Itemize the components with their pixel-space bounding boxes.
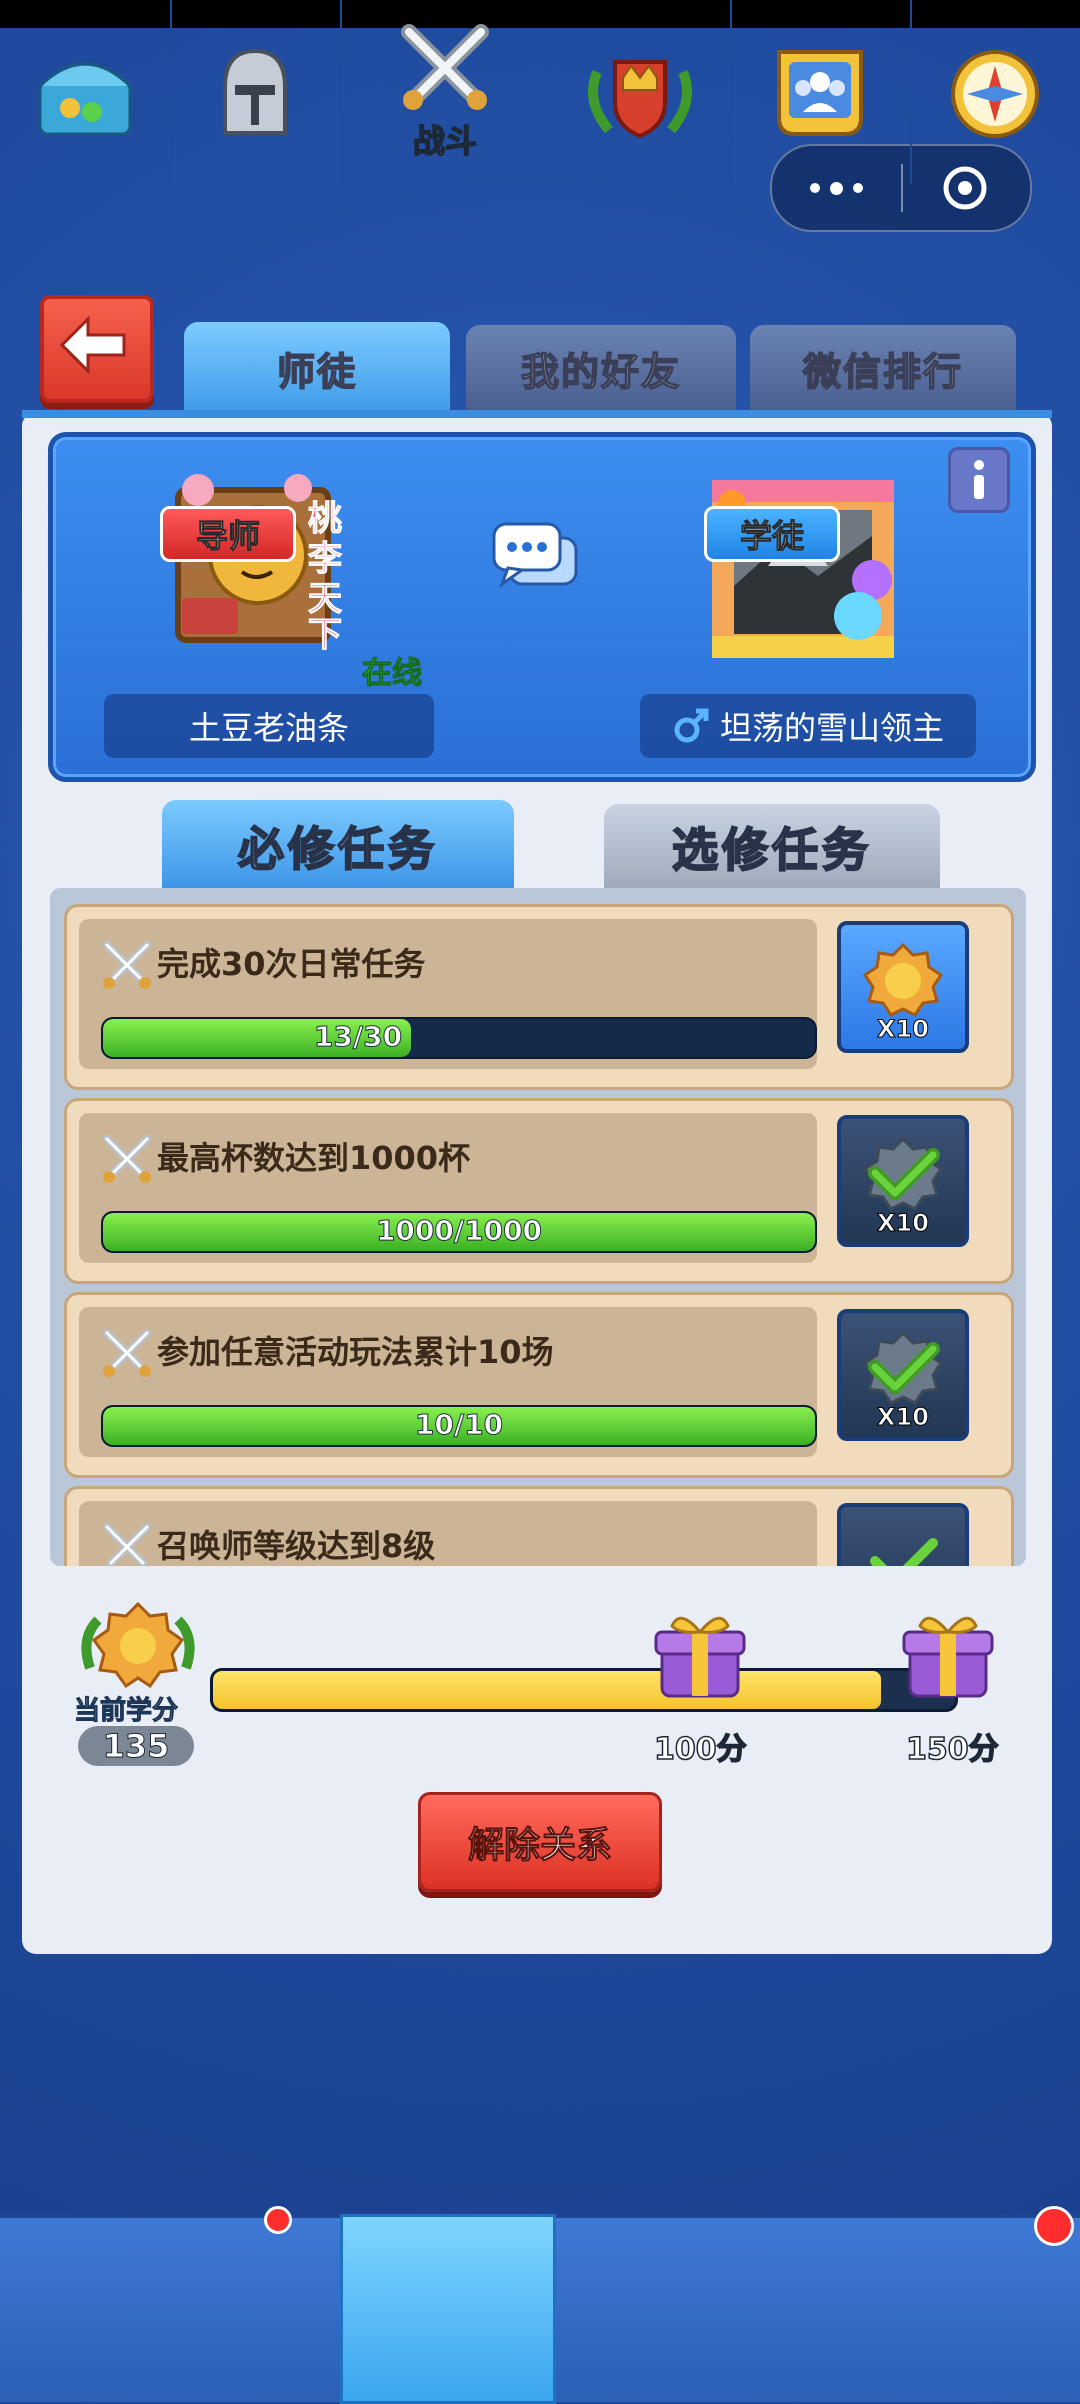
nav-item-explore[interactable] bbox=[910, 0, 1080, 184]
reward-count: X10 bbox=[877, 1209, 930, 1238]
tab-underline bbox=[22, 410, 1052, 418]
gift-box-icon[interactable] bbox=[898, 1604, 998, 1704]
compass-icon bbox=[951, 50, 1039, 138]
reward-claimed-button[interactable]: X10 bbox=[837, 1309, 969, 1441]
svg-text:下: 下 bbox=[308, 615, 342, 650]
male-icon bbox=[674, 708, 709, 743]
task-title: 完成30次日常任务 bbox=[157, 945, 426, 983]
nav-item-clan[interactable] bbox=[550, 0, 732, 184]
crossed-swords-icon bbox=[103, 941, 151, 989]
tab-optional-tasks[interactable]: 选修任务 bbox=[604, 804, 940, 890]
task-progress-bar: 1000/1000 bbox=[101, 1211, 817, 1253]
notification-dot bbox=[1034, 2206, 1074, 2246]
nav-battle-label: 战斗 bbox=[412, 121, 478, 161]
nav-item-social[interactable] bbox=[730, 0, 912, 184]
task-progress-text: 13/30 bbox=[313, 1020, 403, 1054]
reward-claimed-button[interactable]: X10 bbox=[837, 1115, 969, 1247]
task-title: 参加任意活动玩法累计10场 bbox=[157, 1333, 554, 1371]
nav-item-battle[interactable]: 战斗 bbox=[340, 0, 550, 184]
task-progress-bar: 13/30 bbox=[101, 1017, 817, 1059]
crossed-swords-icon bbox=[103, 1329, 151, 1377]
tab-mentorship[interactable]: 师徒 bbox=[184, 322, 450, 414]
tab-wechat-ranking[interactable]: 微信排行 bbox=[750, 325, 1016, 411]
crossed-swords-icon bbox=[401, 24, 489, 110]
checkmark-icon bbox=[870, 1538, 938, 1566]
current-credit-label: 当前学分 bbox=[73, 1696, 179, 1727]
student-role-badge: 学徒 bbox=[704, 506, 840, 562]
release-relationship-button[interactable]: 解除关系 bbox=[418, 1792, 662, 1892]
svg-text:桃: 桃 bbox=[308, 499, 342, 539]
svg-text:天: 天 bbox=[308, 579, 342, 619]
task-progress-text: 1000/1000 bbox=[375, 1214, 543, 1248]
info-button[interactable] bbox=[948, 447, 1010, 513]
treasure-chest-icon bbox=[38, 62, 132, 136]
mentor-name: 土豆老油条 bbox=[104, 694, 434, 758]
task-title: 最高杯数达到1000杯 bbox=[157, 1139, 471, 1177]
arrow-left-icon bbox=[59, 315, 126, 375]
reward-claimed-button[interactable] bbox=[837, 1503, 969, 1566]
chat-icon[interactable] bbox=[488, 518, 584, 604]
notification-dot bbox=[264, 2206, 292, 2234]
tab-my-friends[interactable]: 我的好友 bbox=[466, 325, 736, 411]
gift-box-icon[interactable] bbox=[650, 1604, 750, 1704]
crown-shield-icon bbox=[588, 60, 692, 139]
task-title: 召唤师等级达到8级 bbox=[157, 1527, 436, 1565]
milestone-label: 150分 bbox=[905, 1731, 999, 1768]
task-item: 参加任意活动玩法累计10场 10/10 X10 bbox=[64, 1292, 1014, 1478]
online-status: 在线 bbox=[362, 656, 423, 692]
reward-count: X10 bbox=[877, 1015, 930, 1044]
back-button[interactable] bbox=[40, 295, 154, 403]
task-item: 召唤师等级达到8级 bbox=[64, 1486, 1014, 1566]
reward-button[interactable]: X10 bbox=[837, 921, 969, 1053]
nav-item-shop[interactable] bbox=[0, 0, 172, 184]
svg-text:李: 李 bbox=[308, 539, 342, 579]
crossed-swords-icon bbox=[103, 1135, 151, 1183]
current-credit-value: 135 bbox=[78, 1726, 194, 1766]
milestone-label: 100分 bbox=[653, 1731, 747, 1768]
tab-required-tasks[interactable]: 必修任务 bbox=[162, 800, 514, 892]
nav-active-highlight bbox=[340, 2214, 556, 2404]
credit-medal-icon bbox=[81, 1601, 195, 1689]
task-progress-bar: 10/10 bbox=[101, 1405, 817, 1447]
mentor-role-badge: 导师 bbox=[160, 506, 296, 562]
group-people-icon bbox=[777, 50, 863, 136]
student-name: 坦荡的雪山领主 bbox=[719, 709, 944, 747]
task-progress-text: 10/10 bbox=[414, 1408, 504, 1442]
task-item: 最高杯数达到1000杯 1000/1000 X10 bbox=[64, 1098, 1014, 1284]
nav-item-heroes[interactable] bbox=[170, 0, 342, 184]
student-name-bar: 坦荡的雪山领主 bbox=[640, 694, 976, 758]
crossed-swords-icon bbox=[103, 1523, 151, 1566]
credit-progress-bar bbox=[210, 1668, 958, 1712]
task-list[interactable]: 完成30次日常任务 13/30 X10 最高杯数达到1000杯 1000/100… bbox=[50, 888, 1026, 1566]
student-avatar[interactable] bbox=[708, 476, 898, 662]
knight-helmet-icon bbox=[223, 48, 287, 135]
task-item: 完成30次日常任务 13/30 X10 bbox=[64, 904, 1014, 1090]
reward-count: X10 bbox=[877, 1403, 930, 1432]
